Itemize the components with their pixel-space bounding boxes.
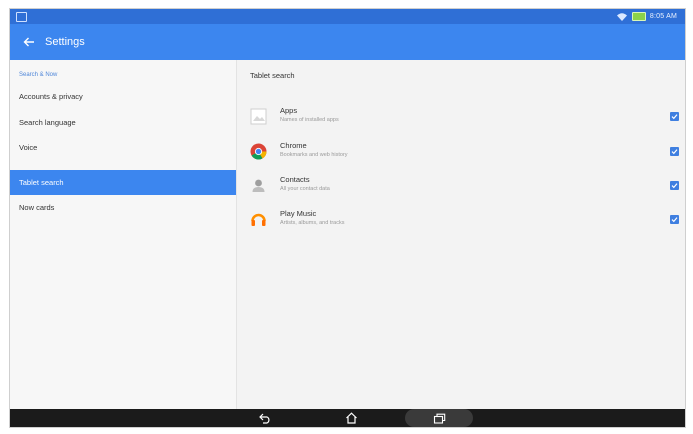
- sidebar-item-label: Voice: [19, 143, 38, 152]
- battery-icon: [631, 12, 646, 21]
- list-item-title: Apps: [280, 106, 298, 115]
- sidebar-item-label: Tablet search: [19, 178, 64, 187]
- back-arrow-icon[interactable]: [13, 24, 45, 60]
- sidebar-item-label: Search language: [19, 118, 76, 127]
- list-item-subtitle: Bookmarks and web history: [280, 152, 348, 158]
- page-title: Settings: [45, 36, 85, 48]
- sidebar-section-header: Search & Now: [19, 72, 58, 78]
- list-item-subtitle: All your contact data: [280, 186, 330, 192]
- checkmark-icon: [671, 217, 678, 223]
- play-music-icon: [251, 213, 266, 226]
- home-button[interactable]: [335, 409, 367, 427]
- tablet-screen: 8:05 AM Settings Search & Now Accounts &…: [9, 8, 686, 428]
- list-item-play-music[interactable]: Play Music Artists, albums, and tracks: [237, 205, 685, 239]
- apps-checkbox[interactable]: [670, 112, 679, 121]
- home-icon: [345, 412, 357, 424]
- settings-sidebar: Search & Now Accounts & privacy Search l…: [10, 60, 237, 409]
- chrome-icon: [250, 143, 267, 160]
- list-item-title: Chrome: [280, 141, 307, 150]
- list-item-apps[interactable]: Apps Names of installed apps: [237, 102, 685, 136]
- list-item-chrome[interactable]: Chrome Bookmarks and web history: [237, 137, 685, 171]
- status-time: 8:05 AM: [649, 13, 677, 20]
- tablet-search-panel: Tablet search Apps Names of installed ap…: [237, 60, 685, 409]
- list-item-title: Play Music: [280, 209, 317, 218]
- sidebar-item-voice[interactable]: Voice: [10, 135, 236, 160]
- status-bar: 8:05 AM: [10, 9, 685, 24]
- list-item-contacts[interactable]: Contacts All your contact data: [237, 171, 685, 205]
- recents-icon: [433, 413, 445, 424]
- settings-content: Search & Now Accounts & privacy Search l…: [10, 60, 685, 409]
- app-bar: Settings: [10, 24, 685, 60]
- contacts-checkbox[interactable]: [670, 181, 679, 190]
- panel-title: Tablet search: [250, 71, 295, 80]
- list-item-title: Contacts: [280, 175, 310, 184]
- list-item-subtitle: Artists, albums, and tracks: [280, 220, 345, 226]
- navigation-bar: [10, 409, 685, 427]
- sidebar-item-label: Accounts & privacy: [19, 92, 83, 101]
- back-button[interactable]: [249, 409, 281, 427]
- wifi-icon: [616, 12, 627, 21]
- sidebar-item-tablet-search[interactable]: Tablet search: [10, 170, 236, 195]
- chrome-checkbox[interactable]: [670, 147, 679, 156]
- checkmark-icon: [671, 149, 678, 155]
- checkmark-icon: [671, 114, 678, 120]
- sidebar-item-accounts-privacy[interactable]: Accounts & privacy: [10, 84, 236, 109]
- notification-icon: [16, 12, 27, 22]
- play-music-checkbox[interactable]: [670, 215, 679, 224]
- sidebar-item-now-cards[interactable]: Now cards: [10, 195, 236, 220]
- list-item-subtitle: Names of installed apps: [280, 117, 339, 123]
- checkmark-icon: [671, 183, 678, 189]
- arrow-left-icon: [23, 37, 34, 47]
- back-icon: [259, 413, 270, 424]
- sidebar-item-search-language[interactable]: Search language: [10, 110, 236, 135]
- contacts-icon: [252, 179, 265, 192]
- apps-icon: [250, 108, 267, 125]
- status-icons: 8:05 AM: [616, 10, 677, 23]
- recents-button[interactable]: [423, 409, 455, 427]
- sidebar-item-label: Now cards: [19, 203, 55, 212]
